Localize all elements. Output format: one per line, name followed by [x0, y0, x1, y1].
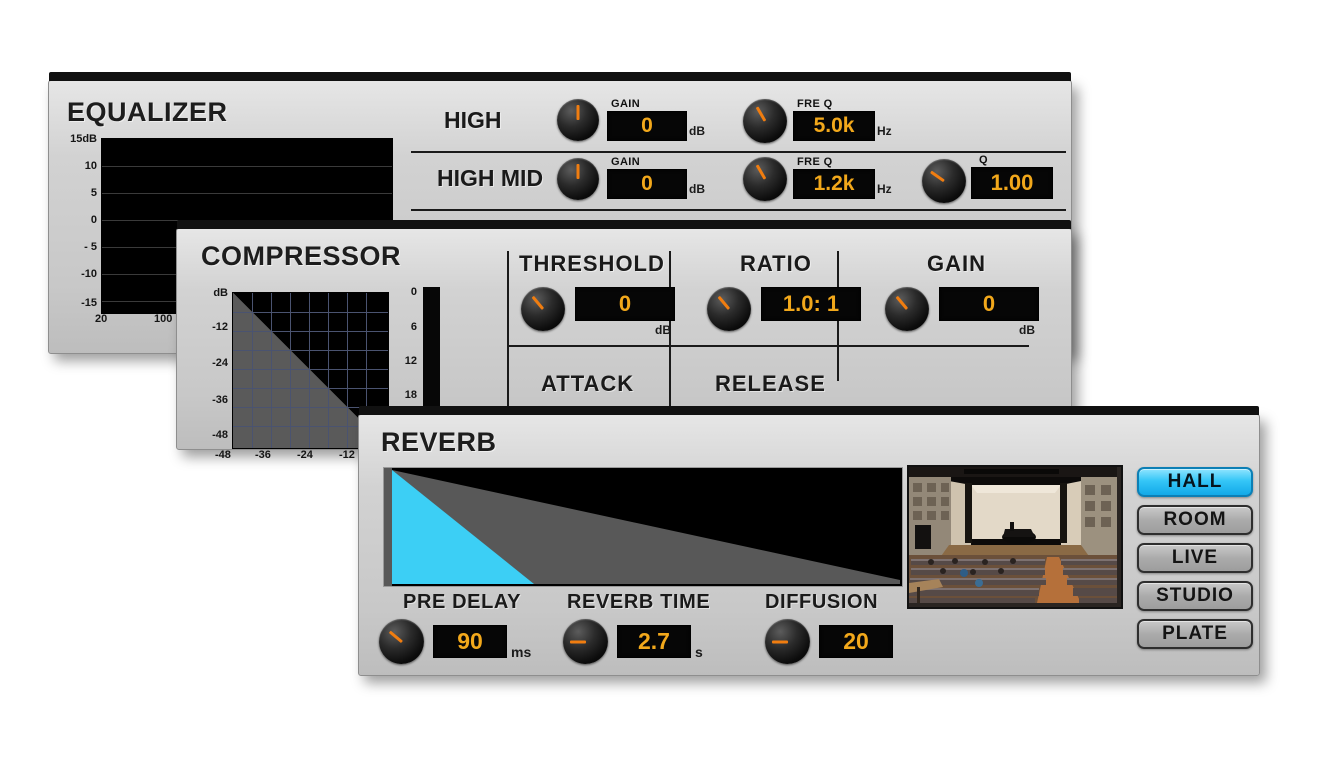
reverb-titlebar	[359, 406, 1259, 415]
eq-band-label-high-mid: HIGH MID	[437, 165, 544, 191]
reverb-decay-svg	[384, 468, 902, 586]
comp-gain-label: GAIN	[927, 251, 986, 276]
reverb-room-image	[907, 465, 1123, 609]
comp-threshold-unit: dB	[655, 323, 671, 337]
reverb-time-label: REVERB TIME	[567, 591, 711, 613]
reverb-panel: REVERB PRE DELAY 90 ms REVERB TIME 2.7 s…	[358, 406, 1260, 676]
eq-highmid-gain-knob[interactable]	[557, 158, 599, 200]
eq-bottom-divider	[411, 209, 1066, 211]
comp-ratio-label: RATIO	[740, 251, 812, 276]
comp-threshold-label: THRESHOLD	[519, 251, 665, 276]
comp-threshold-knob[interactable]	[521, 287, 565, 331]
reverb-preset-studio[interactable]: STUDIO	[1137, 581, 1253, 611]
equalizer-titlebar	[49, 72, 1071, 81]
eq-y-tick: - 5	[84, 241, 97, 253]
eq-highmid-freq-unit: Hz	[877, 182, 892, 196]
comp-x-tick: -24	[297, 449, 313, 461]
reverb-decay-graph	[383, 467, 903, 587]
eq-highmid-q-caption: Q	[979, 154, 988, 166]
eq-high-freq-caption: FRE Q	[797, 98, 833, 110]
reverb-preset-room[interactable]: ROOM	[1137, 505, 1253, 535]
comp-x-tick: -12	[339, 449, 355, 461]
eq-y-tick: 0	[90, 214, 97, 226]
reverb-preset-plate-label: PLATE	[1162, 623, 1228, 644]
reverb-diffusion-value[interactable]: 20	[819, 625, 893, 658]
eq-highmid-q-value[interactable]: 1.00	[971, 167, 1053, 199]
eq-highmid-freq-value[interactable]: 1.2k	[793, 169, 875, 199]
reverb-time-knob[interactable]	[563, 619, 608, 664]
eq-y-tick: 5	[90, 187, 97, 199]
concert-hall-illustration	[909, 467, 1117, 603]
eq-high-freq-knob[interactable]	[743, 99, 787, 143]
eq-high-freq-unit: Hz	[877, 124, 892, 138]
eq-y-tick: -15	[81, 297, 97, 309]
reverb-preset-plate[interactable]: PLATE	[1137, 619, 1253, 649]
reverb-diffusion-label: DIFFUSION	[765, 591, 879, 613]
compressor-title: COMPRESSOR	[201, 241, 402, 271]
comp-attack-label: ATTACK	[541, 371, 635, 396]
comp-gain-knob[interactable]	[885, 287, 929, 331]
eq-highmid-q-knob[interactable]	[922, 159, 966, 203]
eq-high-gain-value[interactable]: 0	[607, 111, 687, 141]
comp-y-tick: -48	[212, 429, 228, 441]
reverb-preset-live[interactable]: LIVE	[1137, 543, 1253, 573]
reverb-predelay-value[interactable]: 90	[433, 625, 507, 658]
reverb-time-unit: s	[695, 644, 703, 660]
reverb-title: REVERB	[381, 427, 497, 457]
eq-x-tick: 20	[95, 313, 108, 325]
eq-x-tick: 100	[154, 313, 173, 325]
comp-y-tick: dB	[213, 287, 228, 299]
plugin-rack: EQUALIZER 15dB 10 5 0 - 5 -10 -15 20 100…	[0, 0, 1336, 760]
reverb-predelay-knob[interactable]	[379, 619, 424, 664]
eq-band-label-high: HIGH	[444, 107, 502, 133]
comp-col-divider	[669, 251, 671, 431]
eq-y-tick: -10	[81, 268, 97, 280]
comp-row-divider	[509, 345, 1029, 347]
comp-y-tick: -36	[212, 394, 228, 406]
eq-high-gain-unit: dB	[689, 124, 705, 138]
eq-highmid-gain-value[interactable]: 0	[607, 169, 687, 199]
eq-row-divider	[411, 151, 1066, 153]
reverb-time-value[interactable]: 2.7	[617, 625, 691, 658]
eq-highmid-gain-unit: dB	[689, 182, 705, 196]
reverb-preset-hall[interactable]: HALL	[1137, 467, 1253, 497]
reverb-preset-studio-label: STUDIO	[1156, 585, 1234, 606]
equalizer-title: EQUALIZER	[67, 97, 228, 127]
comp-meter-tick: 0	[410, 286, 417, 298]
comp-x-tick: -48	[215, 449, 231, 461]
comp-x-tick: -36	[255, 449, 271, 461]
eq-high-freq-value[interactable]: 5.0k	[793, 111, 875, 141]
eq-y-tick: 10	[84, 160, 97, 172]
comp-gain-value[interactable]: 0	[939, 287, 1039, 321]
comp-meter-tick: 6	[410, 321, 417, 333]
comp-y-tick: -12	[212, 321, 228, 333]
comp-meter-tick: 18	[404, 389, 417, 401]
comp-threshold-value[interactable]: 0	[575, 287, 675, 321]
comp-col-divider	[507, 251, 509, 431]
eq-high-gain-caption: GAIN	[611, 98, 641, 110]
reverb-preset-live-label: LIVE	[1171, 547, 1219, 568]
eq-highmid-gain-caption: GAIN	[611, 156, 641, 168]
comp-gain-unit: dB	[1019, 323, 1035, 337]
eq-highmid-freq-caption: FRE Q	[797, 156, 833, 168]
compressor-titlebar	[177, 220, 1071, 229]
comp-ratio-knob[interactable]	[707, 287, 751, 331]
reverb-preset-hall-label: HALL	[1167, 471, 1223, 492]
reverb-preset-room-label: ROOM	[1163, 509, 1227, 530]
comp-y-tick: -24	[212, 357, 228, 369]
eq-y-tick: 15dB	[70, 133, 97, 145]
comp-ratio-value[interactable]: 1.0: 1	[761, 287, 861, 321]
reverb-diffusion-knob[interactable]	[765, 619, 810, 664]
reverb-predelay-label: PRE DELAY	[403, 591, 522, 613]
eq-high-gain-knob[interactable]	[557, 99, 599, 141]
comp-meter-tick: 12	[404, 355, 417, 367]
reverb-predelay-unit: ms	[511, 644, 532, 660]
comp-release-label: RELEASE	[715, 371, 826, 396]
eq-highmid-freq-knob[interactable]	[743, 157, 787, 201]
